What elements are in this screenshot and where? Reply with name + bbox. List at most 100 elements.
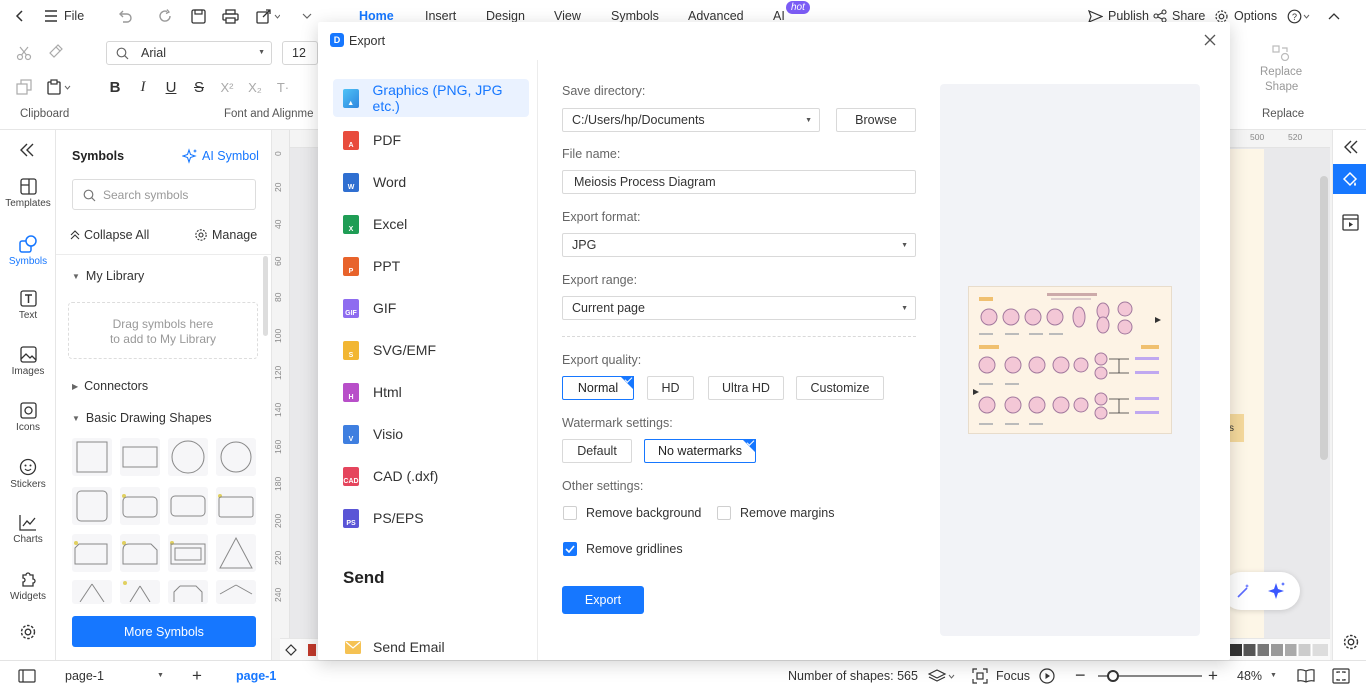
format-excel[interactable]: X Excel <box>333 205 529 243</box>
remove-gridlines-option[interactable]: Remove gridlines <box>563 542 683 556</box>
grayscale-swatches[interactable] <box>1230 644 1328 656</box>
underline-icon[interactable]: U <box>161 77 181 97</box>
bold-icon[interactable]: B <box>105 77 125 97</box>
format-word[interactable]: W Word <box>333 163 529 201</box>
save-icon[interactable] <box>191 0 206 32</box>
fit-page-icon[interactable] <box>1332 661 1350 689</box>
manage-button[interactable]: Manage <box>194 228 257 242</box>
format-svg[interactable]: S SVG/EMF <box>333 331 529 369</box>
focus-button[interactable]: Focus <box>972 661 1030 689</box>
magic-pen-icon[interactable] <box>1235 582 1253 600</box>
format-pdf[interactable]: A PDF <box>333 121 529 159</box>
format-cad[interactable]: CAD CAD (.dxf) <box>333 457 529 495</box>
replace-shape-icon[interactable] <box>1272 45 1290 61</box>
layers-icon[interactable] <box>928 661 956 689</box>
collapse-ribbon-icon[interactable] <box>1328 0 1340 32</box>
ai-symbol-button[interactable]: AI Symbol <box>182 148 259 164</box>
help-icon[interactable]: ? <box>1287 0 1311 32</box>
format-visio[interactable]: V Visio <box>333 415 529 453</box>
watermark-none-option[interactable]: No watermarks <box>644 439 756 463</box>
format-painter-icon[interactable] <box>47 44 63 60</box>
paste-icon[interactable] <box>46 79 72 95</box>
undo-icon[interactable] <box>117 0 133 32</box>
rail-charts[interactable]: Charts <box>0 514 56 545</box>
remove-margins-option[interactable]: Remove margins <box>717 506 834 520</box>
more-chevron-icon[interactable] <box>302 0 312 32</box>
canvas-page[interactable] <box>1228 149 1264 638</box>
rail-images[interactable]: Images <box>0 346 56 377</box>
shape-round-rect-3[interactable] <box>216 487 256 525</box>
shape-circle[interactable] <box>168 438 208 476</box>
library-drop-area[interactable]: Drag symbols here to add to My Library <box>68 302 258 359</box>
back-icon[interactable] <box>13 0 27 32</box>
zoom-in-icon[interactable]: + <box>1208 661 1218 689</box>
shape-square[interactable] <box>72 438 112 476</box>
rail-text[interactable]: Text <box>0 290 56 321</box>
page-panel-icon[interactable] <box>18 661 36 689</box>
shape-round-rect-2[interactable] <box>168 487 208 525</box>
close-icon[interactable] <box>1202 32 1218 48</box>
quality-normal-option[interactable]: Normal <box>562 376 634 400</box>
settings-gear-icon[interactable] <box>19 623 37 641</box>
export-button[interactable]: Export <box>562 586 644 614</box>
shape-triangle[interactable] <box>216 534 256 572</box>
zoom-level[interactable]: 48% ▼ <box>1237 661 1277 689</box>
format-ppt[interactable]: P PPT <box>333 247 529 285</box>
shape-round-snip-rect[interactable] <box>120 534 160 572</box>
format-gif[interactable]: GIF GIF <box>333 289 529 327</box>
replace-shape-label[interactable]: Replace <box>1260 66 1302 78</box>
remove-background-option[interactable]: Remove background <box>563 506 701 520</box>
strikethrough-icon[interactable]: S <box>189 77 209 97</box>
rail-icons[interactable]: Icons <box>0 402 56 433</box>
my-library-header[interactable]: ▼ My Library <box>72 269 144 283</box>
shape-rounded-rectangle[interactable] <box>120 487 160 525</box>
export-format-select[interactable]: JPG ▼ <box>562 233 916 257</box>
shape-octagon[interactable] <box>168 580 208 604</box>
print-icon[interactable] <box>222 0 239 32</box>
send-email-item[interactable]: Send Email <box>333 632 445 662</box>
rail-templates[interactable]: Templates <box>0 178 56 209</box>
copy-icon[interactable] <box>16 79 32 95</box>
rail-stickers[interactable]: Stickers <box>0 458 56 490</box>
presentation-icon[interactable] <box>1342 214 1359 231</box>
collapse-all-button[interactable]: Collapse All <box>70 228 149 242</box>
zoom-out-icon[interactable]: − <box>1075 661 1086 689</box>
font-family-select[interactable]: Arial ▼ <box>106 41 272 65</box>
canvas-scrollbar[interactable] <box>1320 176 1328 460</box>
save-directory-select[interactable]: C:/Users/hp/Documents ▼ <box>562 108 820 132</box>
expand-panel-icon[interactable] <box>1343 140 1359 154</box>
connectors-header[interactable]: ▶ Connectors <box>72 379 148 393</box>
ai-sparkle-icon[interactable] <box>1267 581 1287 601</box>
cut-icon[interactable] <box>16 45 32 61</box>
canvas-shape-fragment[interactable]: s <box>1228 414 1244 442</box>
file-menu[interactable]: File <box>44 0 84 32</box>
book-icon[interactable] <box>1297 661 1315 689</box>
shape-rectangle[interactable] <box>120 438 160 476</box>
shape-snip-rect[interactable] <box>72 534 112 572</box>
shape-triangle-3[interactable] <box>120 580 160 604</box>
text-style-icon[interactable]: T· <box>273 77 293 97</box>
remove-background-checkbox[interactable] <box>563 506 577 520</box>
shape-triangle-2[interactable] <box>72 580 112 604</box>
fill-bucket-icon[interactable] <box>1333 164 1366 194</box>
shape-ellipse[interactable] <box>216 438 256 476</box>
format-graphics[interactable]: ▲ Graphics (PNG, JPG etc.) <box>333 79 529 117</box>
export-range-select[interactable]: Current page ▼ <box>562 296 916 320</box>
superscript-icon[interactable]: X² <box>217 77 237 97</box>
search-symbols-input[interactable]: Search symbols <box>72 179 256 210</box>
play-icon[interactable] <box>1039 661 1055 689</box>
font-size-select[interactable]: 12 <box>282 41 318 65</box>
collapse-panel-icon[interactable] <box>19 143 35 157</box>
symbols-scrollbar[interactable] <box>263 256 268 336</box>
rail-widgets[interactable]: Widgets <box>0 570 56 602</box>
redo-icon[interactable] <box>159 0 173 32</box>
format-html[interactable]: H Html <box>333 373 529 411</box>
share-export-icon[interactable] <box>256 0 280 32</box>
rail-symbols[interactable]: Symbols <box>0 234 56 267</box>
shape-frame[interactable] <box>168 534 208 572</box>
format-ps-eps[interactable]: PS PS/EPS <box>333 499 529 537</box>
basic-shapes-header[interactable]: ▼ Basic Drawing Shapes <box>72 411 212 425</box>
italic-icon[interactable]: I <box>133 77 153 97</box>
zoom-slider-handle[interactable] <box>1107 670 1119 682</box>
quality-ultra-hd-option[interactable]: Ultra HD <box>708 376 784 400</box>
